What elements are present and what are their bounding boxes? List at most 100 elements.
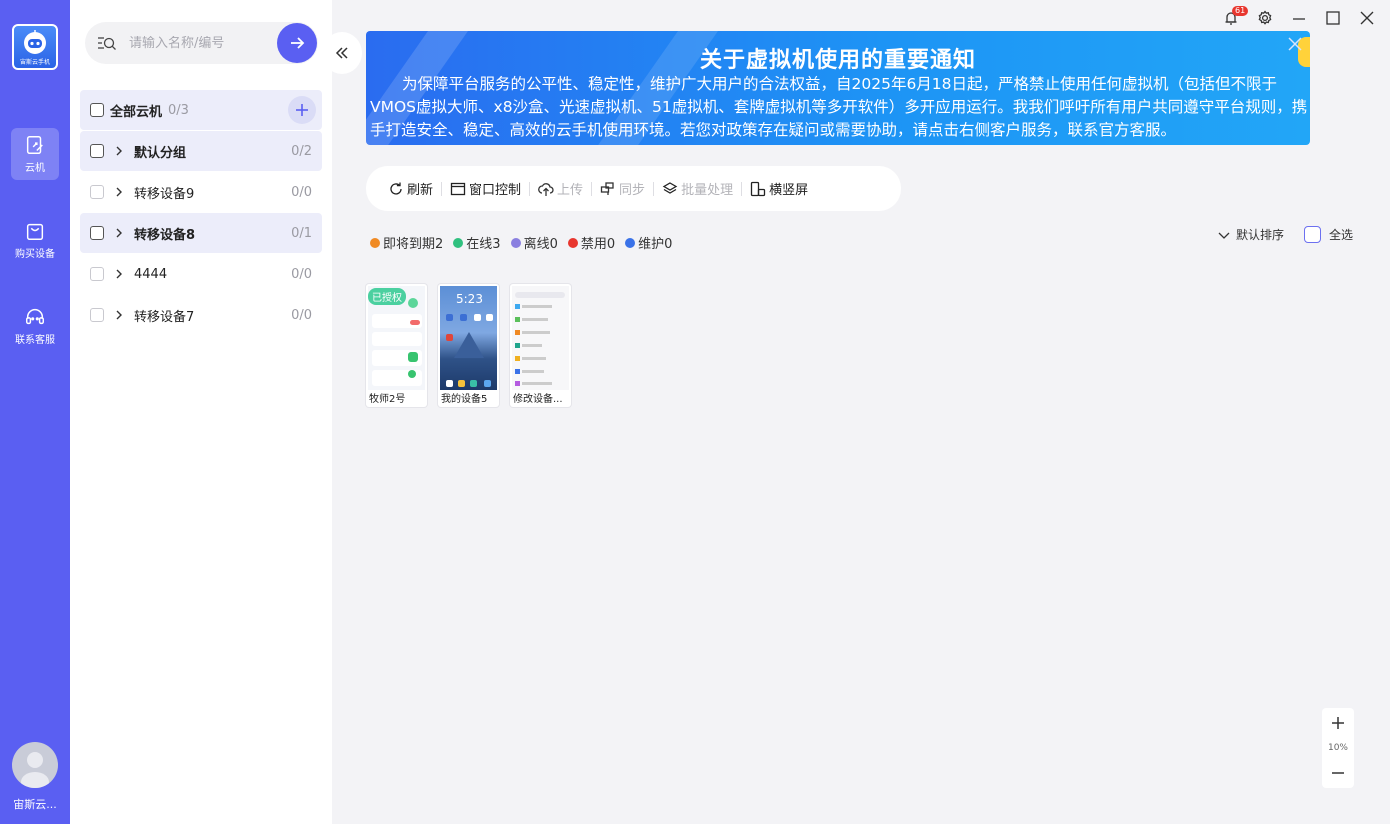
nav-buy-device-label: 购买设备	[15, 249, 55, 260]
device-screen	[512, 286, 569, 390]
refresh-button[interactable]: 刷新	[380, 166, 441, 211]
batch-process-label: 批量处理	[681, 183, 734, 198]
device-screen: 5:23	[440, 286, 497, 390]
status-disabled-label: 禁用0	[580, 237, 616, 252]
group-checkbox[interactable]	[90, 185, 104, 199]
close-window-button[interactable]	[1350, 8, 1384, 28]
group-checkbox[interactable]	[90, 226, 104, 240]
group-label: 转移设备9	[134, 186, 195, 202]
status-maintenance-label: 维护0	[638, 237, 673, 252]
group-item[interactable]: 默认分组 0/2	[80, 131, 322, 171]
device-card[interactable]: 修改设备...	[510, 284, 571, 407]
select-all-checkbox[interactable]	[1303, 226, 1321, 243]
upload-cloud-icon	[538, 182, 554, 196]
zoom-level: 10%	[1327, 743, 1348, 753]
plus-icon	[296, 104, 308, 116]
minimize-icon	[1293, 18, 1305, 20]
close-icon	[1288, 37, 1302, 51]
group-checkbox[interactable]	[90, 267, 104, 281]
device-card[interactable]: 已授权 牧师2号	[366, 284, 427, 407]
close-icon	[1360, 11, 1374, 25]
search-input[interactable]	[129, 35, 269, 51]
notice-body: 为保障平台服务的公平性、稳定性，维护广大用户的合法权益，自2025年6月18日起…	[370, 75, 1308, 139]
group-checkbox[interactable]	[90, 308, 104, 322]
select-all-label: 全选	[1328, 228, 1353, 242]
group-item[interactable]: 转移设备9 0/0	[80, 172, 322, 212]
status-maintenance[interactable]: 维护0	[625, 233, 672, 252]
device-card[interactable]: 5:23 我的设备5	[438, 284, 499, 407]
headset-icon	[26, 309, 44, 325]
notification-badge: 61	[1232, 6, 1249, 16]
upload-button[interactable]: 上传	[530, 166, 591, 211]
group-label: 4444	[134, 266, 168, 282]
window-control-label: 窗口控制	[469, 183, 522, 198]
layers-icon	[662, 181, 678, 194]
double-chevron-left-icon	[335, 47, 348, 59]
chevron-right-icon[interactable]	[114, 310, 124, 320]
maximize-button[interactable]	[1316, 8, 1350, 28]
expiring-dot-icon	[370, 237, 380, 248]
group-count: 0/2	[291, 143, 312, 159]
shopping-bag-icon	[26, 223, 44, 240]
chevron-right-icon[interactable]	[114, 228, 124, 238]
add-group-button[interactable]	[288, 96, 316, 124]
app-logo: 宙斯云手机	[12, 24, 58, 70]
chevron-right-icon[interactable]	[114, 146, 124, 156]
robot-logo-icon	[24, 29, 46, 54]
orientation-button[interactable]: 横竖屏	[742, 166, 816, 211]
nav-support[interactable]: 联系客服	[11, 300, 59, 352]
nav-cloud-phone[interactable]: 云机	[11, 128, 59, 180]
group-count: 0/0	[291, 184, 312, 200]
refresh-label: 刷新	[407, 183, 434, 198]
minimize-button[interactable]	[1282, 8, 1316, 28]
zoom-out-button[interactable]	[1331, 764, 1345, 782]
group-item[interactable]: 4444 0/0	[80, 254, 322, 294]
group-all-label: 全部云机	[110, 104, 163, 120]
user-avatar[interactable]	[12, 742, 58, 788]
device-toolbar: 刷新 窗口控制 上传 同步 批量处理 横竖屏	[366, 166, 901, 211]
sync-label: 同步	[619, 183, 646, 198]
gear-icon	[1258, 10, 1272, 25]
search-submit-button[interactable]	[277, 23, 317, 63]
sync-icon	[600, 181, 614, 195]
group-count: 0/0	[291, 266, 312, 282]
group-all-checkbox[interactable]	[90, 103, 104, 117]
user-name[interactable]: 宙斯云...	[0, 796, 70, 812]
search-box	[85, 22, 318, 64]
sort-controls: 默认排序 全选	[1218, 226, 1353, 243]
offline-dot-icon	[510, 237, 521, 248]
sort-dropdown[interactable]: 默认排序	[1218, 226, 1284, 243]
sync-button[interactable]: 同步	[592, 166, 653, 211]
status-online[interactable]: 在线3	[453, 233, 501, 252]
device-name: 修改设备...	[513, 394, 563, 405]
group-all[interactable]: 全部云机 0/3	[80, 90, 322, 130]
chevron-right-icon[interactable]	[114, 187, 124, 197]
settings-button[interactable]	[1248, 8, 1282, 28]
select-all[interactable]: 全选	[1303, 226, 1353, 243]
status-expiring[interactable]: 即将到期2	[370, 233, 443, 252]
group-item[interactable]: 转移设备8 0/1	[80, 213, 322, 253]
status-offline[interactable]: 离线0	[510, 233, 558, 252]
collapse-panel-button[interactable]	[322, 32, 362, 74]
online-dot-icon	[453, 237, 464, 248]
disabled-dot-icon	[567, 237, 578, 248]
group-panel: 全部云机 0/3 默认分组 0/2 转移设备9 0/0 转移设备8 0/1 44…	[70, 0, 332, 824]
nav-buy-device[interactable]: 购买设备	[11, 214, 59, 266]
group-label: 转移设备7	[134, 309, 195, 325]
plus-icon	[1332, 717, 1344, 729]
group-item[interactable]: 转移设备7 0/0	[80, 295, 322, 335]
status-filter-row: 即将到期2 在线3 离线0 禁用0 维护0	[370, 233, 682, 252]
batch-process-button[interactable]: 批量处理	[654, 166, 741, 211]
notification-button[interactable]: 61	[1214, 6, 1249, 28]
chevron-right-icon[interactable]	[114, 269, 124, 279]
refresh-icon	[390, 182, 402, 195]
group-checkbox[interactable]	[90, 144, 104, 158]
group-all-count: 0/3	[168, 102, 189, 118]
cloud-phone-icon	[26, 136, 43, 154]
window-control-button[interactable]: 窗口控制	[442, 166, 529, 211]
zoom-in-button[interactable]	[1331, 714, 1345, 732]
maximize-icon	[1326, 11, 1340, 25]
left-nav-rail: 宙斯云手机 云机 购买设备 联系客服 宙斯云...	[0, 0, 70, 824]
status-disabled[interactable]: 禁用0	[567, 233, 616, 252]
notice-close-button[interactable]	[1286, 35, 1304, 53]
